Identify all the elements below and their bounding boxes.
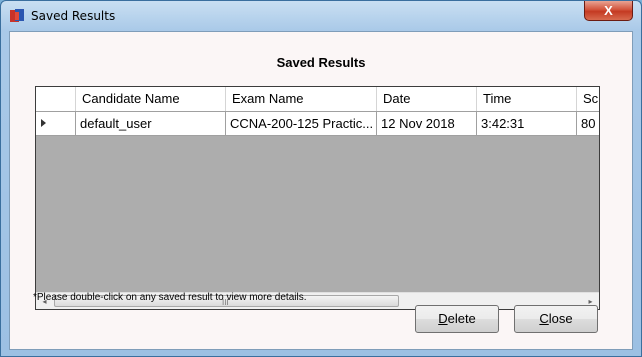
title-bar[interactable]: Saved Results X [1, 1, 641, 31]
close-label: lose [548, 311, 573, 326]
column-header-time[interactable]: Time [477, 87, 577, 111]
grid-header-row: Candidate Name Exam Name Date Time Sc [36, 87, 599, 112]
app-icon [10, 9, 24, 22]
cell-score[interactable]: 80 [577, 112, 599, 135]
cell-candidate-name[interactable]: default_user [76, 112, 226, 135]
cell-exam-name[interactable]: CCNA-200-125 Practic... [226, 112, 377, 135]
results-grid[interactable]: Candidate Name Exam Name Date Time Sc de… [35, 86, 600, 310]
close-icon: X [604, 3, 613, 18]
row-selector[interactable] [36, 112, 76, 135]
column-header-exam-name[interactable]: Exam Name [226, 87, 377, 111]
cell-date[interactable]: 12 Nov 2018 [377, 112, 477, 135]
column-header-score[interactable]: Sc [577, 87, 599, 111]
current-row-arrow-icon [41, 119, 46, 127]
window-title: Saved Results [31, 9, 116, 23]
page-title: Saved Results [276, 55, 366, 70]
delete-mnemonic: D [438, 311, 448, 326]
delete-label: elete [447, 311, 476, 326]
close-mnemonic: C [539, 311, 549, 326]
column-header-date[interactable]: Date [377, 87, 477, 111]
table-row[interactable]: default_user CCNA-200-125 Practic... 12 … [36, 112, 599, 136]
delete-button[interactable]: Delete [415, 305, 499, 333]
window-close-button[interactable]: X [584, 1, 633, 21]
dialog-client: Saved Results Candidate Name Exam Name D… [9, 31, 633, 350]
dialog-window: Saved Results X Saved Results Candidate … [0, 0, 642, 357]
help-note: *Please double-click on any saved result… [33, 292, 307, 303]
close-button[interactable]: Close [514, 305, 598, 333]
row-header-corner [36, 87, 76, 111]
cell-time[interactable]: 3:42:31 [477, 112, 577, 135]
column-header-candidate-name[interactable]: Candidate Name [76, 87, 226, 111]
